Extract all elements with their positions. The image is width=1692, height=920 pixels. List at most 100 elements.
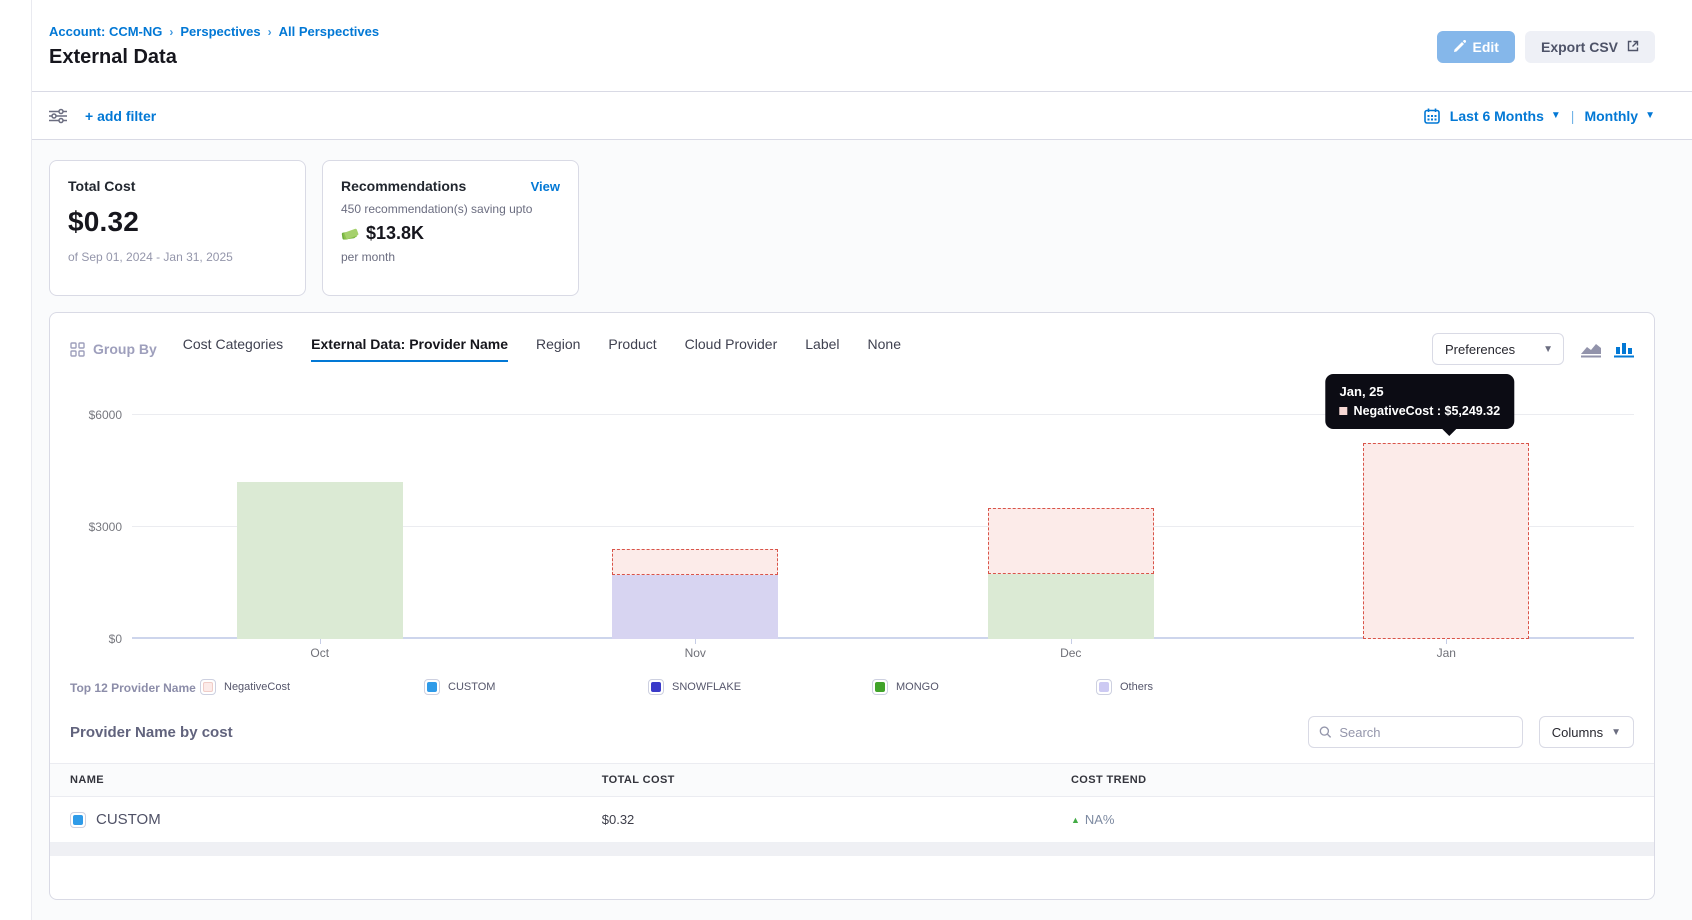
bar-column-oct	[132, 379, 508, 639]
legend-item-negativecost[interactable]: NegativeCost	[200, 679, 424, 695]
column-header-cost-trend[interactable]: COST TREND	[1071, 774, 1634, 786]
legend-label: SNOWFLAKE	[672, 681, 741, 693]
y-axis-tick-label: $0	[70, 632, 122, 646]
legend-swatch-chip	[651, 682, 661, 692]
column-header-name[interactable]: NAME	[70, 774, 602, 786]
table-body: CUSTOM$0.32▲NA%	[50, 797, 1654, 843]
breadcrumb-item[interactable]: Perspectives	[180, 24, 260, 39]
legend-swatch-chip	[203, 682, 213, 692]
preferences-dropdown[interactable]: Preferences ▼	[1432, 333, 1564, 365]
bar-segment-mongo[interactable]	[988, 574, 1154, 639]
legend-title: Top 12 Provider Name	[70, 679, 200, 697]
legend-item-others[interactable]: Others	[1096, 679, 1320, 695]
row-color-swatch	[70, 812, 86, 828]
recommendations-savings: $13.8K	[366, 223, 424, 244]
row-color-chip	[73, 815, 83, 825]
time-range-dropdown[interactable]: Last 6 Months ▼	[1450, 108, 1561, 124]
x-axis-label-oct: Oct	[132, 639, 508, 663]
chart-x-axis: OctNovDecJan	[132, 639, 1634, 663]
pencil-icon	[1453, 40, 1466, 53]
breadcrumb: Account: CCM-NG › Perspectives › All Perspec…	[49, 24, 379, 39]
perspective-panel: Group By Cost CategoriesExternal Data: P…	[49, 312, 1655, 900]
table-row[interactable]: CUSTOM$0.32▲NA%	[50, 797, 1654, 843]
chevron-down-icon: ▼	[1645, 110, 1655, 121]
recommendations-card: Recommendations View 450 recommendation(…	[322, 160, 579, 296]
tab-none[interactable]: None	[868, 336, 901, 362]
breadcrumb-separator: ›	[169, 25, 173, 39]
bar-chart-icon[interactable]	[1614, 340, 1634, 358]
legend-label: NegativeCost	[224, 681, 290, 693]
legend-swatch-chip	[427, 682, 437, 692]
bar-stack	[988, 508, 1154, 639]
table-toolbar: Provider Name by cost Columns ▼	[70, 715, 1634, 749]
tooltip-title: Jan, 25	[1340, 384, 1501, 399]
edit-button[interactable]: Edit	[1437, 31, 1515, 63]
columns-button-label: Columns	[1552, 725, 1603, 740]
legend-swatch	[200, 679, 216, 695]
breadcrumb-item[interactable]: All Perspectives	[279, 24, 379, 39]
tab-cloud-provider[interactable]: Cloud Provider	[685, 336, 778, 362]
bar-segment-mongo[interactable]	[237, 482, 403, 639]
legend-swatch	[872, 679, 888, 695]
recommendations-subtitle: 450 recommendation(s) saving upto	[341, 202, 560, 216]
area-chart-icon[interactable]	[1580, 340, 1602, 358]
columns-button[interactable]: Columns ▼	[1539, 716, 1634, 748]
total-cost-card: Total Cost $0.32 of Sep 01, 2024 - Jan 3…	[49, 160, 306, 296]
tab-label[interactable]: Label	[805, 336, 839, 362]
bar-segment-negativecost[interactable]	[612, 549, 778, 575]
table-header-row: NAMETOTAL COSTCOST TREND	[50, 763, 1654, 797]
edit-button-label: Edit	[1473, 39, 1499, 55]
add-filter-button[interactable]: + add filter	[85, 108, 156, 124]
money-icon	[341, 226, 359, 241]
tab-external-data-provider-name[interactable]: External Data: Provider Name	[311, 336, 508, 362]
breadcrumb-item[interactable]: Account: CCM-NG	[49, 24, 162, 39]
bar-segment-others[interactable]	[612, 575, 778, 639]
filter-sliders-icon[interactable]	[49, 108, 67, 124]
recommendations-view-link[interactable]: View	[531, 179, 560, 194]
trend-value: NA%	[1085, 812, 1115, 827]
divider: |	[1571, 108, 1575, 124]
granularity-label: Monthly	[1584, 108, 1638, 124]
tooltip-value-line: NegativeCost : $5,249.32	[1340, 404, 1501, 418]
group-by-row: Group By Cost CategoriesExternal Data: P…	[70, 331, 1634, 367]
table-next-row-strip	[50, 843, 1654, 856]
bar-column-nov	[508, 379, 884, 639]
trend-up-icon: ▲	[1071, 815, 1080, 825]
export-csv-button[interactable]: Export CSV	[1525, 31, 1655, 63]
grid-icon	[70, 342, 85, 357]
tab-cost-categories[interactable]: Cost Categories	[183, 336, 283, 362]
chevron-down-icon: ▼	[1611, 727, 1621, 738]
page-title: External Data	[49, 46, 379, 69]
search-icon	[1319, 725, 1332, 739]
cell-name: CUSTOM	[70, 811, 602, 828]
table-title: Provider Name by cost	[70, 724, 233, 741]
x-axis-label-dec: Dec	[883, 639, 1259, 663]
column-header-total-cost[interactable]: TOTAL COST	[602, 774, 1071, 786]
content-area: Total Cost $0.32 of Sep 01, 2024 - Jan 3…	[32, 140, 1692, 920]
external-link-icon	[1627, 39, 1639, 55]
granularity-dropdown[interactable]: Monthly ▼	[1584, 108, 1655, 124]
legend-swatch-chip	[1099, 682, 1109, 692]
bar-stack	[1363, 443, 1529, 639]
table-search[interactable]	[1308, 716, 1523, 748]
recommendations-title: Recommendations	[341, 178, 466, 194]
legend-label: CUSTOM	[448, 681, 495, 693]
chart-legend: Top 12 Provider Name NegativeCost CUSTOM S…	[70, 679, 1634, 697]
tab-region[interactable]: Region	[536, 336, 580, 362]
page-header: Account: CCM-NG › Perspectives › All Perspec…	[32, 0, 1692, 92]
breadcrumb-separator: ›	[268, 25, 272, 39]
legend-item-snowflake[interactable]: SNOWFLAKE	[648, 679, 872, 695]
chart-columns: Jan, 25 NegativeCost : $5,249.32	[132, 379, 1634, 639]
cost-chart: $0$3000$6000Jan, 25NegativeCost : $5,249…	[70, 379, 1634, 663]
total-cost-title: Total Cost	[68, 178, 287, 194]
bar-stack	[612, 549, 778, 639]
cell-cost-trend: ▲ NA%	[1071, 812, 1634, 827]
tab-product[interactable]: Product	[608, 336, 656, 362]
legend-item-custom[interactable]: CUSTOM	[424, 679, 648, 695]
tooltip-series-value: NegativeCost : $5,249.32	[1354, 404, 1501, 418]
bar-segment-negativecost[interactable]	[988, 508, 1154, 573]
search-input[interactable]	[1339, 725, 1511, 740]
bar-segment-negativecost[interactable]	[1363, 443, 1529, 639]
legend-item-mongo[interactable]: MONGO	[872, 679, 1096, 695]
recommendations-per-month: per month	[341, 250, 560, 264]
